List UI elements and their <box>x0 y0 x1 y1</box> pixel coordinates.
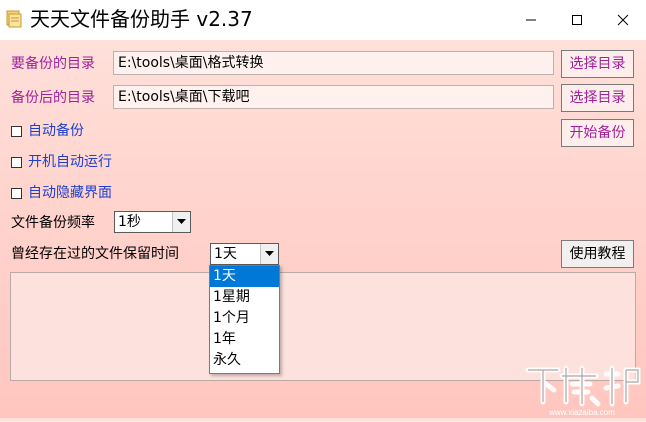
retention-option[interactable]: 1个月 <box>210 308 279 329</box>
auto-hide-checkbox[interactable] <box>11 187 22 199</box>
retention-option[interactable]: 1年 <box>210 329 279 350</box>
close-icon <box>617 14 629 26</box>
auto-hide-label: 自动隐藏界面 <box>28 185 112 201</box>
retention-select[interactable]: 1天 <box>210 243 279 265</box>
maximize-icon <box>572 15 582 25</box>
retention-value: 1天 <box>214 246 237 262</box>
frequency-value: 1秒 <box>118 214 141 230</box>
retention-label: 曾经存在过的文件保留时间 <box>11 246 179 262</box>
source-dir-field[interactable]: E:\tools\桌面\格式转换 <box>113 51 554 75</box>
autostart-label: 开机自动运行 <box>28 154 112 170</box>
retention-option[interactable]: 1天 <box>210 266 279 287</box>
target-dir-field[interactable]: E:\tools\桌面\下载吧 <box>113 85 554 109</box>
title-bar: 天天文件备份助手 v2.37 <box>0 0 646 40</box>
source-select-dir-button[interactable]: 选择目录 <box>561 50 634 78</box>
svg-text:www.xiazaiba.com: www.xiazaiba.com <box>548 408 615 417</box>
retention-option[interactable]: 永久 <box>210 350 279 371</box>
minimize-button[interactable] <box>508 0 554 40</box>
autostart-checkbox[interactable] <box>11 156 22 168</box>
chevron-down-icon[interactable] <box>260 244 278 264</box>
tutorial-button[interactable]: 使用教程 <box>561 240 634 268</box>
start-backup-button[interactable]: 开始备份 <box>561 119 634 147</box>
auto-backup-checkbox[interactable] <box>11 125 22 137</box>
minimize-icon <box>526 19 536 21</box>
close-button[interactable] <box>600 0 646 40</box>
maximize-button[interactable] <box>554 0 600 40</box>
auto-hide-option[interactable]: 自动隐藏界面 <box>11 183 112 203</box>
retention-dropdown-list[interactable]: 1天 1星期 1个月 1年 永久 <box>209 265 280 374</box>
autostart-option[interactable]: 开机自动运行 <box>11 152 112 172</box>
frequency-label: 文件备份频率 <box>11 215 95 231</box>
watermark-logo: www.xiazaiba.com <box>522 360 646 418</box>
target-select-dir-button[interactable]: 选择目录 <box>561 84 634 112</box>
source-dir-label: 要备份的目录 <box>11 56 95 72</box>
auto-backup-option[interactable]: 自动备份 <box>11 121 84 141</box>
window-title: 天天文件备份助手 v2.37 <box>30 7 253 31</box>
app-folder-icon <box>6 10 22 28</box>
target-dir-label: 备份后的目录 <box>11 90 95 106</box>
chevron-down-icon[interactable] <box>172 212 190 232</box>
frequency-select[interactable]: 1秒 <box>114 211 191 233</box>
retention-option[interactable]: 1星期 <box>210 287 279 308</box>
auto-backup-label: 自动备份 <box>28 123 84 139</box>
